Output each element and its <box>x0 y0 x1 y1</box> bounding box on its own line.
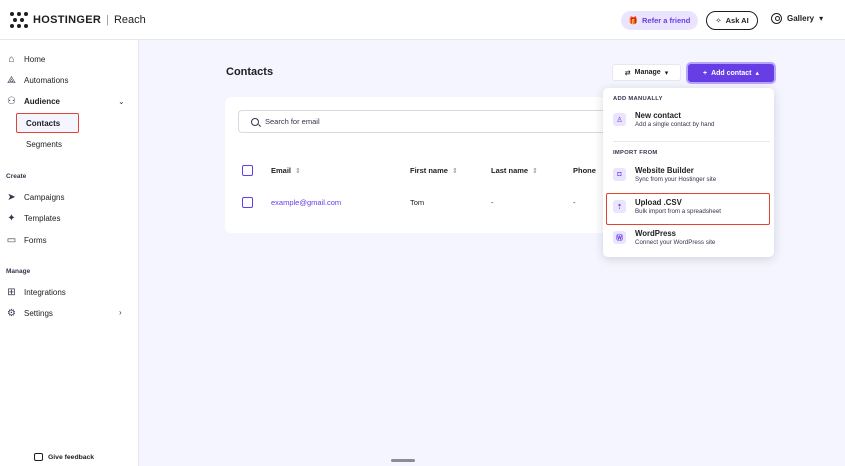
sidebar-item-label: Contacts <box>26 119 61 128</box>
give-feedback-label: Give feedback <box>48 453 95 461</box>
column-email[interactable]: Email ⇕ <box>271 166 301 175</box>
give-feedback-button[interactable]: Give feedback <box>34 453 94 461</box>
chevron-down-icon: ▾ <box>819 14 824 23</box>
contact-email[interactable]: example@gmail.com <box>271 198 341 207</box>
ask-ai-button[interactable]: ✧ Ask AI <box>706 11 758 30</box>
sidebar-item-label: Automations <box>24 75 69 85</box>
menu-item-title: New contact <box>635 111 681 120</box>
contact-phone: - <box>573 198 576 207</box>
search-placeholder: Search for email <box>265 117 320 126</box>
select-all-checkbox[interactable] <box>242 165 253 176</box>
column-label: First name <box>410 166 448 175</box>
sidebar-item-integrations[interactable]: ⊞ Integrations <box>6 285 66 299</box>
workspace-label: Gallery <box>787 14 815 23</box>
section-manage: Manage <box>6 268 31 275</box>
contact-last-name: - <box>491 198 494 207</box>
add-contact-dropdown: ADD MANUALLY ♙ New contact Add a single … <box>603 88 774 257</box>
sidebar-item-label: Forms <box>24 235 47 245</box>
menu-item-title: Website Builder <box>635 166 694 175</box>
person-icon: ♙ <box>613 113 626 126</box>
upload-csv-highlight <box>606 193 770 225</box>
brand-name: HOSTINGER <box>33 14 102 26</box>
section-add-manually: ADD MANUALLY <box>613 96 663 102</box>
sort-icon: ⇕ <box>295 167 301 175</box>
sidebar-item-segments[interactable]: Segments <box>26 140 62 149</box>
plus-icon: + <box>702 69 708 77</box>
automations-icon: ⟁ <box>7 74 16 86</box>
sidebar-item-label: Settings <box>24 308 53 318</box>
sidebar-item-audience[interactable]: ⚇ Audience <box>6 94 60 108</box>
home-icon: ⌂ <box>8 53 15 65</box>
menu-item-title: WordPress <box>635 229 677 238</box>
feedback-icon <box>34 453 43 461</box>
top-bar: HOSTINGER | Reach 🎁 Refer a friend ✧ Ask… <box>0 0 845 40</box>
sidebar: ⌂ Home ⟁ Automations ⚇ Audience ⌄ Contac… <box>0 40 139 466</box>
chevron-down-icon[interactable]: ⌄ <box>118 97 125 106</box>
integrations-icon: ⊞ <box>7 286 16 298</box>
website-builder-icon: ◘ <box>613 168 626 181</box>
brand-product: Reach <box>113 14 146 26</box>
page-title: Contacts <box>226 66 274 78</box>
brand[interactable]: HOSTINGER | Reach <box>10 12 146 28</box>
search-icon <box>251 117 259 126</box>
sidebar-item-label: Campaigns <box>24 192 65 202</box>
sidebar-item-forms[interactable]: ▭ Forms <box>6 233 47 247</box>
sidebar-item-settings[interactable]: ⚙ Settings <box>6 306 53 320</box>
sidebar-item-home[interactable]: ⌂ Home <box>6 52 45 66</box>
sidebar-item-templates[interactable]: ✦ Templates <box>6 211 60 225</box>
chevron-up-icon: ▴ <box>755 70 760 77</box>
column-label: Email <box>271 166 292 175</box>
sidebar-item-label: Home <box>24 54 46 64</box>
column-first-name[interactable]: First name ⇕ <box>410 166 458 175</box>
menu-item-desc: Connect your WordPress site <box>635 239 716 246</box>
send-icon: ➤ <box>7 191 16 203</box>
menu-item-desc: Sync from your Hostinger site <box>635 176 717 183</box>
gift-icon: 🎁 <box>628 16 638 25</box>
templates-icon: ✦ <box>7 212 16 224</box>
column-label: Last name <box>491 166 529 175</box>
hostinger-logo-icon <box>10 12 28 28</box>
sparkle-icon: ✧ <box>715 16 722 25</box>
add-contact-button[interactable]: + Add contact ▴ <box>688 64 774 82</box>
column-phone[interactable]: Phone <box>573 166 596 175</box>
chevron-right-icon[interactable]: › <box>119 308 122 317</box>
menu-item-website-builder[interactable]: ◘ Website Builder Sync from your Hosting… <box>613 166 768 183</box>
search-input[interactable]: Search for email <box>238 110 648 133</box>
contact-first-name: Tom <box>410 198 425 207</box>
menu-item-new-contact[interactable]: ♙ New contact Add a single contact by ha… <box>613 111 768 128</box>
refer-friend-button[interactable]: 🎁 Refer a friend <box>621 11 698 30</box>
ask-ai-label: Ask AI <box>725 16 749 25</box>
column-label: Phone <box>573 166 596 175</box>
sidebar-item-contacts[interactable]: Contacts <box>16 113 79 133</box>
sidebar-item-campaigns[interactable]: ➤ Campaigns <box>6 190 64 204</box>
chevron-down-icon: ▾ <box>664 69 669 77</box>
scrollbar-thumb[interactable] <box>391 459 415 462</box>
column-last-name[interactable]: Last name ⇕ <box>491 166 538 175</box>
forms-icon: ▭ <box>6 234 17 246</box>
brand-separator: | <box>106 14 109 26</box>
manage-button[interactable]: ⇄ Manage ▾ <box>612 64 681 81</box>
sidebar-item-label: Audience <box>24 96 61 106</box>
menu-item-wordpress[interactable]: Ⓦ WordPress Connect your WordPress site <box>613 229 768 246</box>
divider <box>613 141 770 142</box>
sidebar-item-label: Integrations <box>24 287 66 297</box>
refer-friend-label: Refer a friend <box>641 16 691 25</box>
audience-icon: ⚇ <box>7 95 16 107</box>
menu-item-desc: Add a single contact by hand <box>635 121 715 128</box>
add-contact-label: Add contact <box>711 69 752 77</box>
wordpress-icon: Ⓦ <box>613 231 626 244</box>
sidebar-item-automations[interactable]: ⟁ Automations <box>6 73 68 87</box>
workspace-menu[interactable]: Gallery ▾ <box>771 13 823 24</box>
manage-label: Manage <box>634 69 661 76</box>
sort-icon: ⇕ <box>451 167 458 175</box>
sliders-icon: ⇄ <box>624 69 631 77</box>
section-create: Create <box>6 173 27 180</box>
section-import-from: IMPORT FROM <box>613 150 658 156</box>
contacts-card: Search for email Email ⇕ First name ⇕ La… <box>225 97 648 233</box>
user-icon <box>771 13 782 24</box>
gear-icon: ⚙ <box>7 307 16 319</box>
sidebar-item-label: Templates <box>24 213 61 223</box>
row-checkbox[interactable] <box>242 197 253 208</box>
sort-icon: ⇕ <box>532 167 538 175</box>
